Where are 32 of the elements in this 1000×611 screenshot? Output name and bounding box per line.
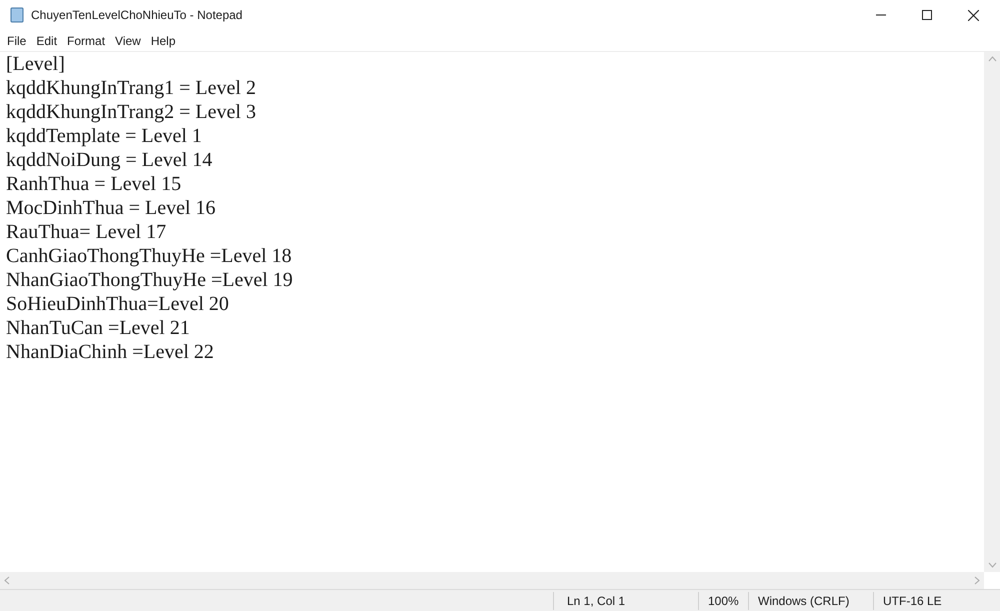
- text-line: kqddNoiDung = Level 14: [6, 148, 212, 172]
- cursor-position: Ln 1, Col 1: [553, 592, 698, 610]
- notepad-icon: [9, 7, 25, 23]
- horizontal-scrollbar[interactable]: [0, 572, 984, 589]
- scroll-left-icon[interactable]: [4, 576, 10, 585]
- window-title: ChuyenTenLevelChoNhieuTo - Notepad: [31, 7, 242, 24]
- menu-item[interactable]: Format: [62, 32, 110, 50]
- text-line: NhanTuCan =Level 21: [6, 316, 190, 340]
- vertical-scrollbar[interactable]: [984, 52, 1000, 572]
- scroll-down-icon[interactable]: [988, 562, 996, 568]
- text-line: RauThua= Level 17: [6, 220, 166, 244]
- maximize-icon: [922, 10, 932, 20]
- zoom-level: 100%: [698, 592, 748, 610]
- menu-item[interactable]: View: [110, 32, 146, 50]
- text-line: NhanGiaoThongThuyHe =Level 19: [6, 268, 293, 292]
- line-ending: Windows (CRLF): [748, 592, 873, 610]
- encoding: UTF-16 LE: [873, 592, 983, 610]
- text-line: RanhThua = Level 15: [6, 172, 182, 196]
- text-line: NhanDiaChinh =Level 22: [6, 340, 214, 364]
- text-line: kqddTemplate = Level 1: [6, 124, 202, 148]
- text-line: SoHieuDinhThua=Level 20: [6, 292, 229, 316]
- close-icon: [968, 10, 978, 20]
- text-line: kqddKhungInTrang2 = Level 3: [6, 100, 256, 124]
- menu-item[interactable]: Edit: [31, 32, 62, 50]
- scroll-right-icon[interactable]: [974, 576, 980, 585]
- text-line: MocDinhThua = Level 16: [6, 196, 216, 220]
- scroll-up-icon[interactable]: [988, 56, 996, 62]
- text-line: CanhGiaoThongThuyHe =Level 18: [6, 244, 292, 268]
- text-line: kqddKhungInTrang1 = Level 2: [6, 76, 256, 100]
- menu-item[interactable]: Help: [146, 32, 181, 50]
- menu-item[interactable]: File: [2, 32, 32, 50]
- text-line: [Level]: [6, 52, 65, 76]
